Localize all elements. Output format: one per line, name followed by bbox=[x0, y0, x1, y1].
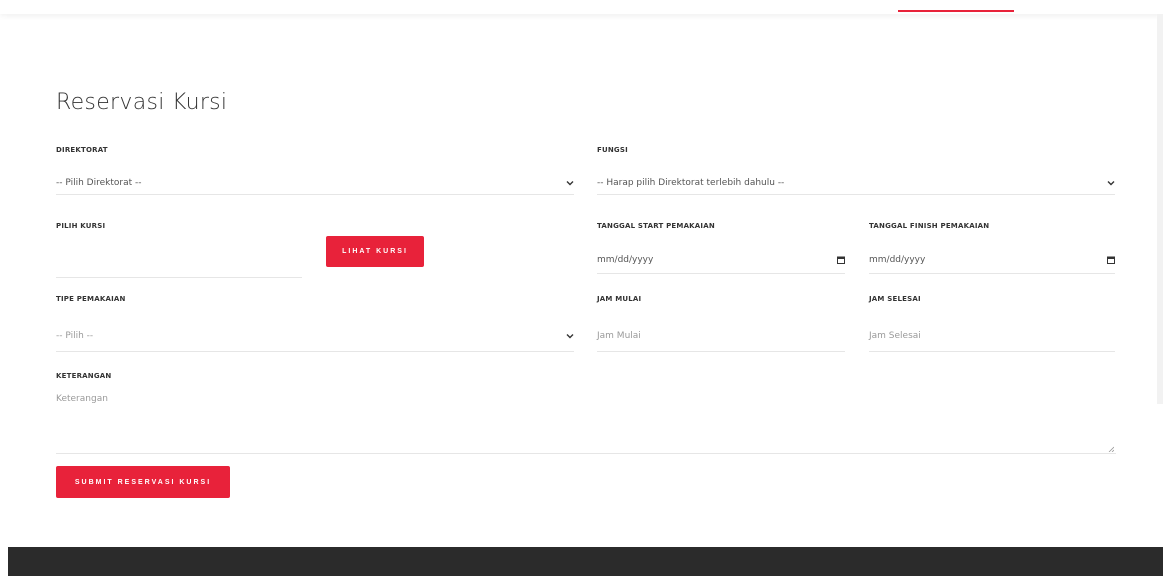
chevron-down-icon bbox=[566, 179, 574, 187]
footer bbox=[8, 547, 1163, 576]
jam-mulai-label: JAM MULAI bbox=[597, 295, 642, 303]
top-navbar bbox=[0, 0, 1163, 14]
tipe-pemakaian-label: TIPE PEMAKAIAN bbox=[56, 295, 126, 303]
direktorat-select-value: -- Pilih Direktorat -- bbox=[56, 177, 142, 188]
jam-selesai-placeholder: Jam Selesai bbox=[869, 330, 921, 341]
tanggal-finish-label: TANGGAL FINISH PEMAKAIAN bbox=[869, 222, 990, 230]
tanggal-start-input[interactable]: mm/dd/yyyy bbox=[597, 246, 845, 274]
page-title: Reservasi Kursi bbox=[56, 90, 228, 115]
lihat-kursi-button[interactable]: LIHAT KURSI bbox=[326, 236, 424, 267]
fungsi-label: FUNGSI bbox=[597, 146, 628, 154]
calendar-icon[interactable] bbox=[837, 256, 845, 264]
scroll-track bbox=[1157, 14, 1163, 404]
pilih-kursi-label: PILIH KURSI bbox=[56, 222, 106, 230]
direktorat-select[interactable]: -- Pilih Direktorat -- bbox=[56, 171, 574, 195]
fungsi-select[interactable]: -- Harap pilih Direktorat terlebih dahul… bbox=[597, 171, 1115, 195]
keterangan-textarea[interactable]: Keterangan bbox=[56, 392, 1116, 454]
tanggal-finish-input[interactable]: mm/dd/yyyy bbox=[869, 246, 1115, 274]
jam-mulai-input[interactable]: Jam Mulai bbox=[597, 320, 845, 352]
chevron-down-icon bbox=[566, 332, 574, 340]
chevron-down-icon bbox=[1107, 179, 1115, 187]
keterangan-placeholder: Keterangan bbox=[56, 394, 108, 404]
tipe-pemakaian-value: -- Pilih -- bbox=[56, 330, 94, 341]
tipe-pemakaian-select[interactable]: -- Pilih -- bbox=[56, 320, 574, 352]
direktorat-label: DIREKTORAT bbox=[56, 146, 108, 154]
tanggal-start-label: TANGGAL START PEMAKAIAN bbox=[597, 222, 715, 230]
keterangan-label: KETERANGAN bbox=[56, 372, 112, 380]
resize-handle-icon[interactable] bbox=[1108, 445, 1115, 453]
tanggal-finish-value: mm/dd/yyyy bbox=[869, 254, 926, 265]
fungsi-select-value: -- Harap pilih Direktorat terlebih dahul… bbox=[597, 177, 785, 188]
jam-selesai-input[interactable]: Jam Selesai bbox=[869, 320, 1115, 352]
pilih-kursi-field[interactable] bbox=[56, 254, 302, 278]
jam-mulai-placeholder: Jam Mulai bbox=[597, 330, 641, 341]
calendar-icon[interactable] bbox=[1107, 256, 1115, 264]
submit-reservasi-button[interactable]: SUBMIT RESERVASI KURSI bbox=[56, 466, 230, 498]
active-nav-indicator bbox=[898, 10, 1014, 12]
tanggal-start-value: mm/dd/yyyy bbox=[597, 254, 654, 265]
jam-selesai-label: JAM SELESAI bbox=[869, 295, 921, 303]
